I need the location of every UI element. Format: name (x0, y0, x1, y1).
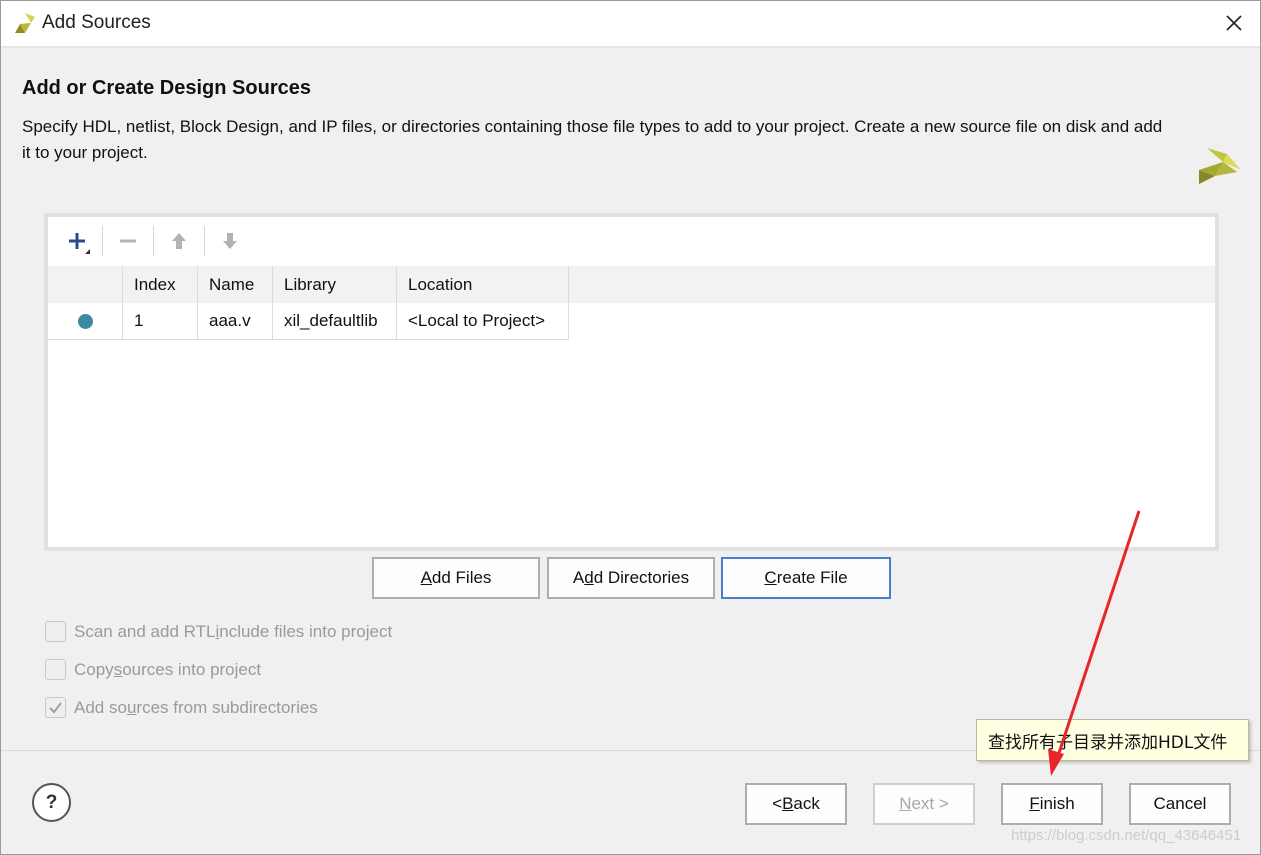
add-icon[interactable] (60, 224, 94, 258)
cancel-button[interactable]: Cancel (1129, 783, 1231, 825)
toolbar-divider (153, 226, 154, 256)
next-button[interactable]: Next > (873, 783, 975, 825)
page-header: Add or Create Design Sources Specify HDL… (1, 48, 1260, 188)
row-status-cell (48, 303, 123, 340)
add-directories-label-pre: A (572, 568, 585, 587)
add-sources-dialog: Add Sources Add or Create Design Sources… (0, 0, 1261, 855)
create-file-label: reate File (776, 568, 848, 587)
xilinx-logo-icon (1199, 148, 1241, 184)
option-mnemonic: s (113, 659, 123, 679)
watermark-text: https://blog.csdn.net/qq_43646451 (1011, 827, 1242, 844)
table-row[interactable]: 1 aaa.v xil_defaultlib <Local to Project… (48, 303, 569, 340)
back-mnemonic: B (782, 794, 794, 813)
add-files-label: dd Files (431, 568, 492, 587)
option-label-pre: Copy (74, 659, 114, 679)
finish-button[interactable]: Finish (1001, 783, 1103, 825)
back-button[interactable]: < Back (745, 783, 847, 825)
window-title: Add Sources (42, 12, 151, 33)
row-name: aaa.v (198, 303, 273, 340)
next-mnemonic: N (899, 794, 912, 813)
finish-label: inish (1039, 794, 1075, 813)
option-label-pre: Scan and add RTL (74, 621, 216, 641)
add-directories-button[interactable]: Add Directories (547, 557, 715, 599)
dropdown-caret-icon (85, 249, 90, 254)
toolbar-divider (102, 226, 103, 256)
sources-table-panel: Index Name Library Location 1 aaa.v xil_… (44, 213, 1219, 551)
column-header-location[interactable]: Location (397, 266, 569, 303)
copy-sources-checkbox[interactable] (45, 659, 66, 680)
next-label: ext > (911, 794, 949, 813)
option-label: ources into project (122, 659, 262, 679)
finish-mnemonic: F (1029, 794, 1040, 813)
option-mnemonic: u (126, 697, 137, 717)
scan-rtl-include-option[interactable]: Scan and add RTL i nclude files into proj… (45, 621, 392, 642)
tooltip: 查找所有子目录并添加HDL文件 (976, 719, 1249, 761)
page-title: Add or Create Design Sources (22, 77, 311, 99)
create-file-button[interactable]: Create File (721, 557, 891, 599)
copy-sources-option[interactable]: Copy s ources into project (45, 659, 261, 680)
close-icon[interactable] (1222, 11, 1246, 35)
column-header-status[interactable] (48, 266, 123, 303)
row-location: <Local to Project> (397, 303, 569, 340)
add-subdirectories-checkbox[interactable] (45, 697, 66, 718)
vivado-logo-icon (15, 13, 35, 33)
add-subdirectories-option[interactable]: Add so u rces from subdirectories (45, 697, 318, 718)
create-file-mnemonic: C (764, 568, 777, 587)
option-label: rces from subdirectories (136, 697, 318, 717)
checkmark-icon (49, 702, 62, 714)
column-header-library[interactable]: Library (273, 266, 397, 303)
add-files-mnemonic: A (420, 568, 432, 587)
toolbar-divider (204, 226, 205, 256)
remove-icon[interactable] (111, 224, 145, 258)
page-description: Specify HDL, netlist, Block Design, and … (22, 117, 1163, 162)
table-toolbar (48, 217, 1215, 265)
help-icon[interactable]: ? (32, 783, 71, 822)
scan-rtl-checkbox[interactable] (45, 621, 66, 642)
back-label: ack (793, 794, 820, 813)
option-label: nclude files into project (219, 621, 393, 641)
row-index: 1 (123, 303, 198, 340)
add-directories-mnemonic: d (584, 568, 594, 587)
title-bar: Add Sources (1, 1, 1260, 46)
back-label-pre: < (772, 794, 783, 813)
add-files-button[interactable]: Add Files (372, 557, 540, 599)
table-header: Index Name Library Location (48, 266, 1215, 303)
status-dot-icon (77, 313, 93, 329)
option-label-pre: Add so (74, 697, 127, 717)
column-header-name[interactable]: Name (198, 266, 273, 303)
move-down-icon[interactable] (213, 224, 247, 258)
move-up-icon[interactable] (162, 224, 196, 258)
add-directories-label: d Directories (593, 568, 690, 587)
row-library[interactable]: xil_defaultlib (273, 303, 397, 340)
column-header-index[interactable]: Index (123, 266, 198, 303)
